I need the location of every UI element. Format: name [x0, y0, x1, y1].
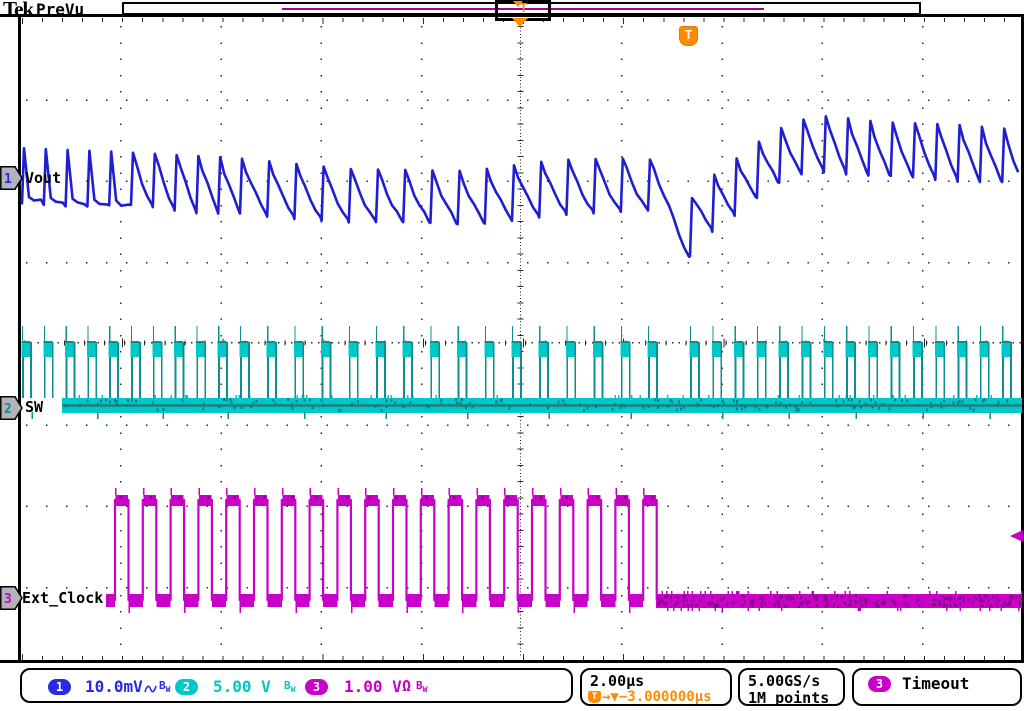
- channel-3-badge[interactable]: 3: [305, 679, 328, 695]
- svg-text:3: 3: [4, 592, 12, 607]
- channel-1-scale-readout[interactable]: 10.0mV: [85, 677, 143, 696]
- channel-3-scale-readout[interactable]: 1.00 V: [344, 677, 402, 696]
- channel-2-bandwidth-icon: BW: [284, 679, 295, 694]
- channel-readouts-box: 1 10.0mV BW 2 5.00 V BW 3 1.00 V Ω BW: [20, 668, 573, 703]
- trigger-t-icon: T: [588, 691, 601, 703]
- channel-2-scale-readout[interactable]: 5.00 V: [213, 677, 271, 696]
- acquisition-readout-box[interactable]: 5.00GS/s 1M points: [738, 668, 845, 706]
- oscilloscope-screen: Tek PreVu T T 1 2 3 Vout SW Ext_Clock 1 …: [0, 0, 1024, 711]
- record-trigger-t-icon: T: [520, 1, 527, 15]
- svg-text:1: 1: [4, 172, 12, 187]
- expansion-point-arrow-icon[interactable]: [512, 18, 528, 27]
- channel-2-label: SW: [25, 398, 43, 416]
- channel-1-bandwidth-icon: BW: [159, 679, 170, 694]
- trigger-source-badge: 3: [868, 676, 891, 692]
- channel-3-bandwidth-icon: BW: [416, 679, 427, 694]
- svg-text:2: 2: [4, 402, 12, 417]
- sample-rate-readout: 5.00GS/s: [748, 672, 820, 690]
- trigger-level-arrow-icon[interactable]: [1010, 530, 1023, 542]
- record-view-bar[interactable]: T: [122, 2, 921, 15]
- ac-coupling-icon: [144, 680, 157, 699]
- horizontal-readout-box[interactable]: 2.00µs T→▼−3.000000µs: [580, 668, 732, 706]
- channel-3-impedance-icon: Ω: [402, 677, 411, 695]
- channel-1-badge[interactable]: 1: [48, 679, 71, 695]
- trigger-readout-box[interactable]: 3 Timeout: [852, 668, 1022, 706]
- channel-3-label: Ext_Clock: [22, 589, 103, 607]
- channel-1-position-marker[interactable]: 1: [0, 166, 23, 190]
- channel-1-label: Vout: [25, 169, 61, 187]
- record-length-readout: 1M points: [748, 689, 829, 707]
- trigger-position-badge[interactable]: T: [679, 26, 698, 46]
- channel-2-position-marker[interactable]: 2: [0, 396, 23, 420]
- acquisition-mode-label: PreVu: [36, 0, 84, 19]
- horizontal-scale-readout: 2.00µs: [590, 672, 644, 690]
- channel-3-position-marker[interactable]: 3: [0, 586, 23, 610]
- tek-logo: Tek: [3, 0, 33, 22]
- waveform-display: [0, 0, 1024, 711]
- trigger-type-readout: Timeout: [902, 674, 969, 693]
- horizontal-delay-readout: T→▼−3.000000µs: [588, 689, 712, 705]
- channel-2-badge[interactable]: 2: [175, 679, 198, 695]
